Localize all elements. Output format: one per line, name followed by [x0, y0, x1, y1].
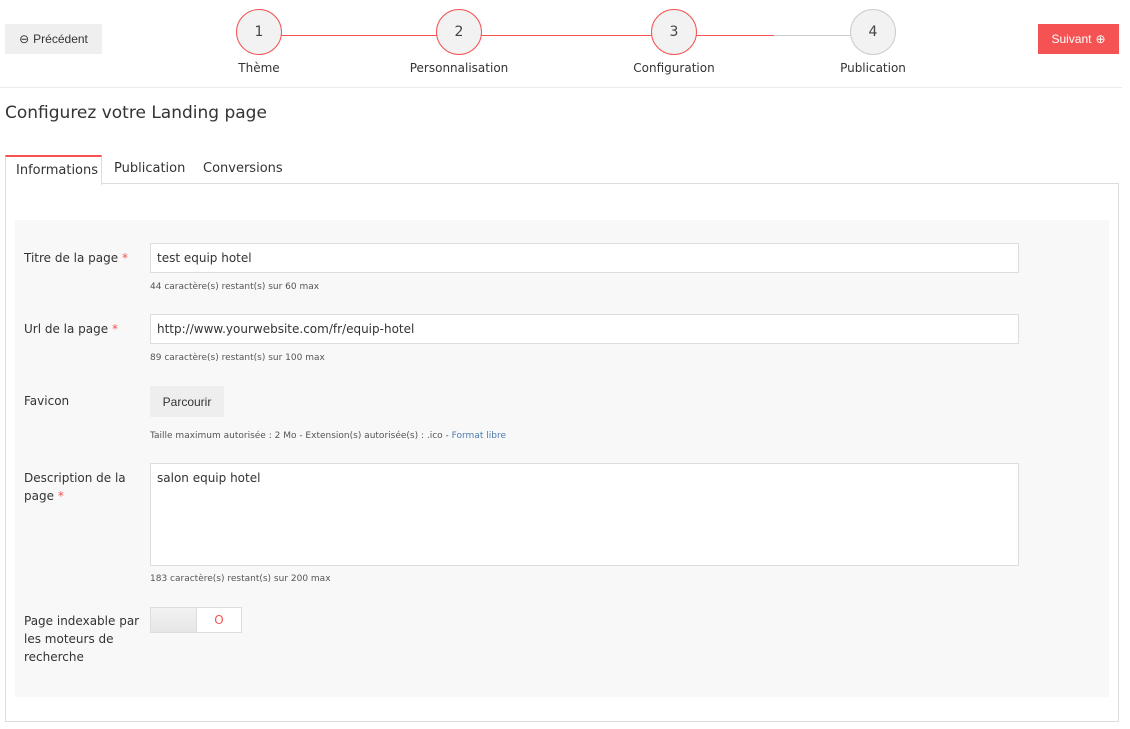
- step-label: Publication: [840, 61, 906, 75]
- tab-informations[interactable]: Informations: [5, 155, 102, 185]
- step-1[interactable]: 1: [236, 9, 282, 55]
- step-2[interactable]: 2: [436, 9, 482, 55]
- step-label: Personnalisation: [409, 61, 509, 75]
- next-button[interactable]: Suivant ⊕: [1038, 24, 1119, 54]
- step-4[interactable]: 4: [850, 9, 896, 55]
- step-label: Configuration: [633, 61, 715, 75]
- page-title-input[interactable]: test equip hotel: [150, 243, 1019, 273]
- divider: [0, 87, 1122, 88]
- description-help: 183 caractère(s) restant(s) sur 200 max: [150, 574, 331, 584]
- url-help: 89 caractère(s) restant(s) sur 100 max: [150, 353, 325, 363]
- page-title: Configurez votre Landing page: [5, 103, 267, 123]
- favicon-label: Favicon: [24, 394, 70, 408]
- page-title-help: 44 caractère(s) restant(s) sur 60 max: [150, 282, 320, 292]
- browse-button[interactable]: Parcourir: [150, 386, 224, 417]
- favicon-help: Taille maximum autorisée : 2 Mo - Extens…: [150, 431, 506, 441]
- step-label: Thème: [238, 61, 280, 75]
- arrow-right-circle-icon: ⊕: [1095, 32, 1106, 46]
- page-title-label: Titre de la page *: [24, 251, 128, 265]
- description-label: Description de la page *: [24, 471, 126, 503]
- previous-button[interactable]: ⊖ Précédent: [5, 24, 102, 54]
- url-input[interactable]: http://www.yourwebsite.com/fr/equip-hote…: [150, 314, 1019, 344]
- step-3[interactable]: 3: [651, 9, 697, 55]
- description-textarea[interactable]: salon equip hotel: [150, 463, 1019, 566]
- url-label: Url de la page *: [24, 322, 118, 336]
- tab-conversions[interactable]: Conversions: [193, 155, 293, 184]
- arrow-left-circle-icon: ⊖: [19, 32, 30, 46]
- tab-publication[interactable]: Publication: [104, 155, 195, 184]
- indexable-toggle[interactable]: O: [150, 607, 242, 633]
- indexable-label: Page indexable par les moteurs de recher…: [24, 614, 140, 664]
